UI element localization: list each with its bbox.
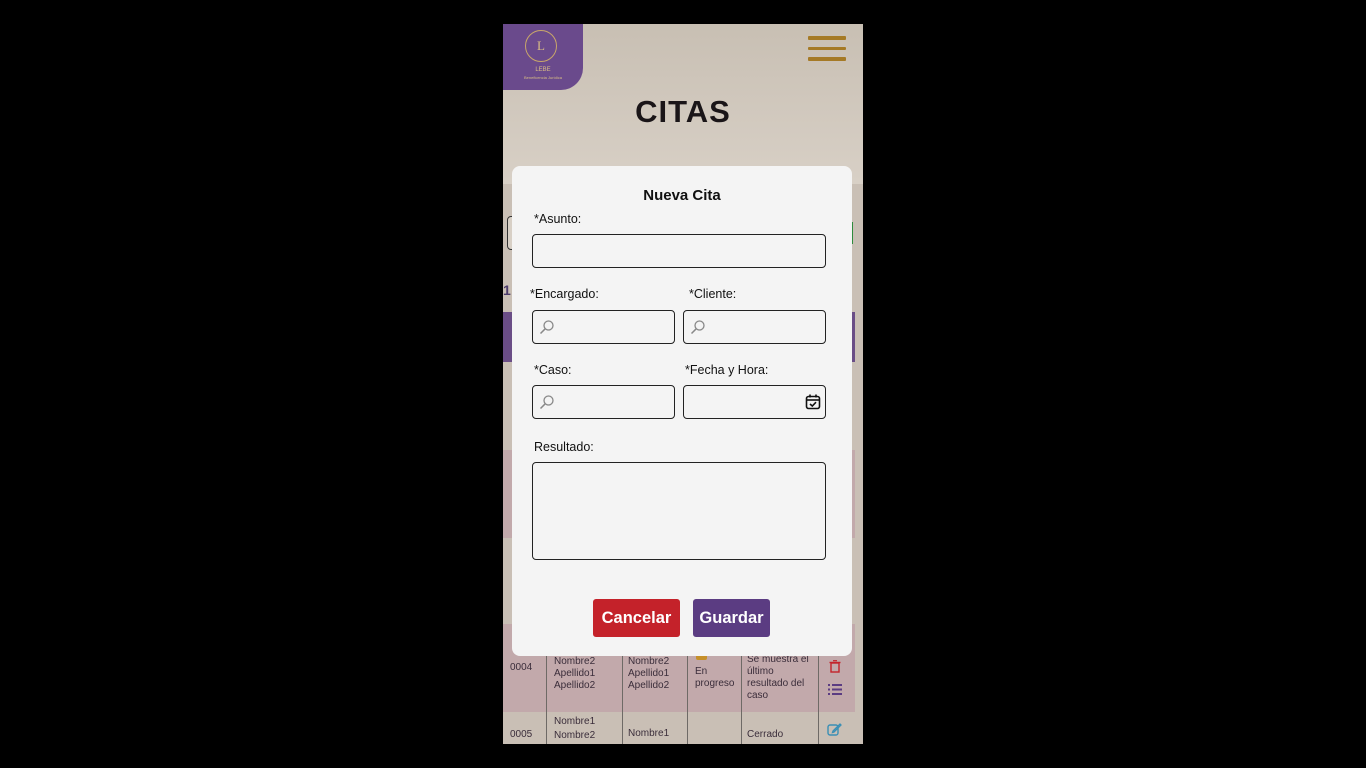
search-icon (539, 320, 554, 335)
background-page-indicator: 1 (503, 282, 511, 298)
row-cliente-2: Apellido1 (628, 668, 670, 679)
list-icon[interactable] (828, 684, 842, 695)
row-id: 0004 (510, 662, 533, 673)
row-cliente-3: Apellido2 (628, 680, 670, 691)
row-encargado-2: Apellido1 (554, 668, 596, 679)
new-appointment-dialog: Nueva Cita *Asunto: *Encargado: *Cliente… (512, 166, 852, 656)
hamburger-menu-icon[interactable] (808, 36, 846, 62)
search-icon (690, 320, 705, 335)
app-logo[interactable]: L LEBE Beneficencia Jurídica (503, 24, 583, 90)
row-cliente-1: Nombre1 (628, 728, 670, 739)
resultado-textarea[interactable] (532, 462, 826, 560)
row-id: 0005 (510, 729, 533, 740)
row-encargado-1: Nombre2 (554, 656, 596, 667)
row-status: En progreso (695, 666, 735, 689)
row-cliente-1: Nombre2 (628, 656, 670, 667)
row-encargado-3: Apellido2 (554, 680, 596, 691)
logo-emblem: L (525, 30, 557, 62)
edit-icon[interactable] (827, 722, 842, 737)
cliente-label: *Cliente: (689, 287, 737, 301)
row-encargado-1: Nombre1 (554, 716, 596, 727)
app-screen: L LEBE Beneficencia Jurídica CITAS 1 000… (503, 24, 863, 744)
encargado-label: *Encargado: (530, 287, 599, 301)
row-resultado: Se muestra el último resultado del caso (747, 654, 809, 701)
search-icon (539, 395, 554, 410)
table-row: 0005 Nombre1 Nombre2 Nombre1 Cerrado (503, 712, 855, 744)
page-title: CITAS (635, 94, 731, 129)
save-button[interactable]: Guardar (693, 599, 770, 637)
logo-name: LEBE (535, 67, 551, 73)
trash-icon[interactable] (829, 660, 841, 673)
row-resultado: Cerrado (747, 729, 784, 740)
row-encargado-2: Nombre2 (554, 730, 596, 741)
cliente-search-field[interactable] (683, 310, 826, 344)
encargado-search-field[interactable] (532, 310, 675, 344)
cancel-button[interactable]: Cancelar (593, 599, 680, 637)
fecha-hora-field[interactable] (683, 385, 826, 419)
calendar-check-icon[interactable] (805, 394, 821, 410)
asunto-input[interactable] (532, 234, 826, 268)
dialog-title: Nueva Cita (643, 187, 721, 204)
fecha-hora-label: *Fecha y Hora: (685, 363, 769, 377)
resultado-label: Resultado: (534, 440, 594, 454)
caso-label: *Caso: (534, 363, 572, 377)
caso-search-field[interactable] (532, 385, 675, 419)
asunto-label: *Asunto: (534, 212, 582, 226)
logo-tagline: Beneficencia Jurídica (523, 75, 563, 80)
